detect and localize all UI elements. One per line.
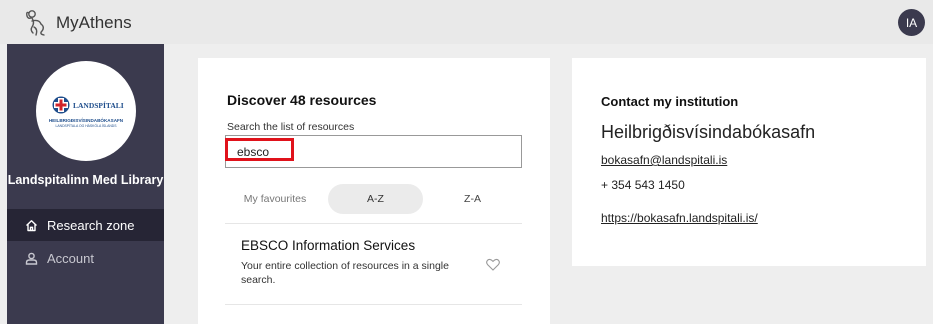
discover-title: Discover 48 resources [227, 92, 377, 108]
discover-card: Discover 48 resources Search the list of… [198, 58, 550, 324]
sidebar-item-account[interactable]: Account [7, 242, 164, 274]
library-name: Landspitalinn Med Library [7, 173, 164, 187]
resource-description: Your entire collection of resources in a… [241, 260, 449, 286]
sidebar-item-label: Research zone [47, 217, 135, 233]
sort-tabs: My favourites A-Z Z-A [225, 184, 522, 214]
sidebar-item-research-zone[interactable]: Research zone [7, 209, 164, 241]
library-logo: LANDSPÍTALI HEILBRIGÐISVÍSINDABÓKASAFN L… [36, 61, 136, 161]
athens-figure-icon[interactable] [23, 9, 49, 37]
logo-org-text: LANDSPÍTALI [73, 100, 124, 110]
contact-card: Contact my institution Heilbrigðisvísind… [572, 58, 926, 266]
phone-number: + 354 543 1450 [601, 178, 685, 192]
contact-title: Contact my institution [601, 94, 739, 109]
tab-a-z[interactable]: A-Z [328, 184, 423, 214]
tab-my-favourites[interactable]: My favourites [225, 184, 325, 214]
institution-name: Heilbrigðisvísindabókasafn [601, 122, 816, 142]
brand-name[interactable]: MyAthens [56, 13, 132, 33]
logo-line2-text: LANDSPÍTALA OG HÁSKÓLA ÍSLANDS [56, 123, 118, 128]
user-icon [25, 252, 38, 265]
heart-icon[interactable] [486, 258, 500, 271]
logo-line1-text: HEILBRIGÐISVÍSINDABÓKASAFN [49, 116, 124, 123]
home-icon [26, 219, 37, 231]
resource-title[interactable]: EBSCO Information Services [241, 238, 415, 253]
sidebar-item-label: Account [47, 250, 94, 266]
sidebar: LANDSPÍTALI HEILBRIGÐISVÍSINDABÓKASAFN L… [7, 44, 164, 324]
tab-z-a[interactable]: Z-A [440, 184, 505, 214]
search-input[interactable] [225, 135, 522, 168]
email-link[interactable]: bokasafn@landspitali.is [601, 153, 727, 167]
website-link[interactable]: https://bokasafn.landspitali.is/ [601, 211, 758, 225]
top-bar: MyAthens IA [0, 0, 933, 44]
search-label: Search the list of resources [227, 121, 355, 133]
user-avatar[interactable]: IA [898, 9, 925, 36]
divider [225, 223, 522, 224]
divider [225, 304, 522, 305]
landspitali-cross-icon [52, 96, 70, 114]
